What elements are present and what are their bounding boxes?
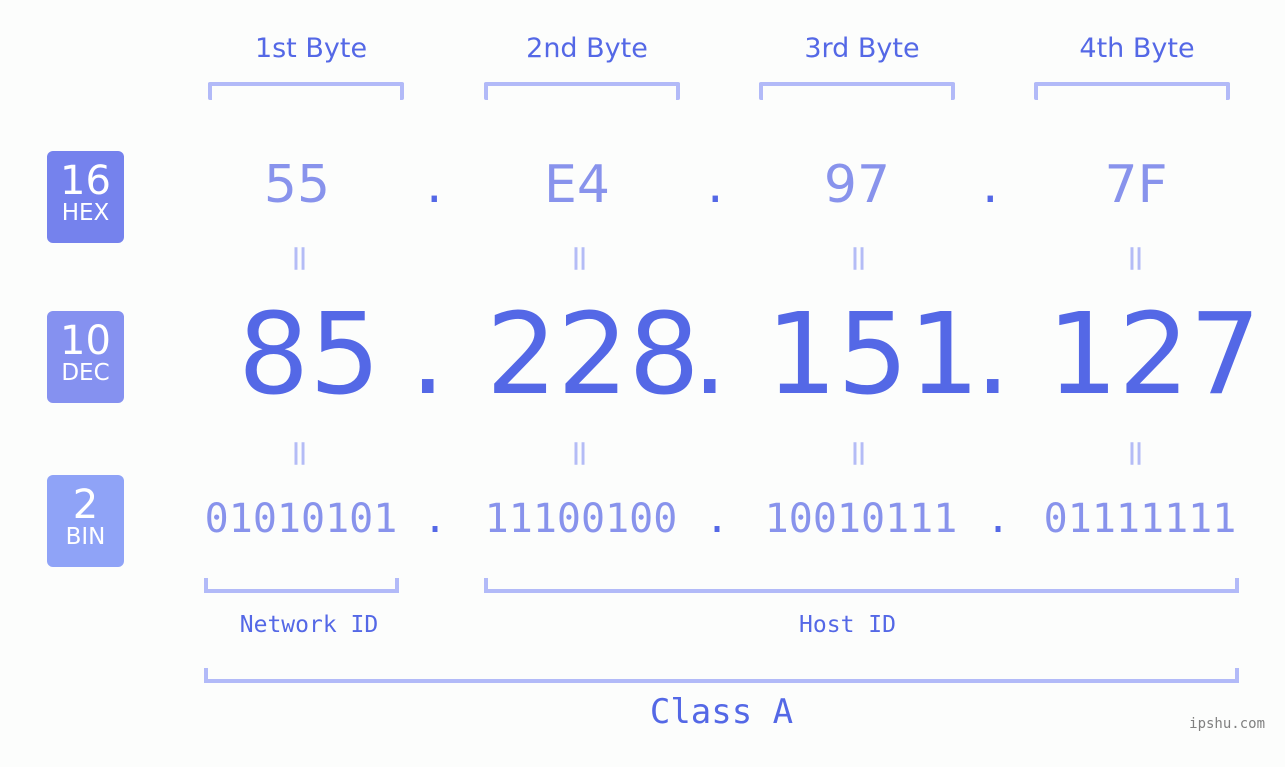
class-label: Class A	[649, 692, 794, 732]
bin-badge-label: BIN	[65, 524, 106, 550]
network-id-bracket	[204, 578, 399, 593]
byte-header-1: 1st Byte	[254, 33, 368, 64]
hex-badge-label: HEX	[61, 200, 110, 226]
watermark: ipshu.com	[1189, 716, 1265, 732]
byte-header-4: 4th Byte	[1079, 33, 1195, 64]
bin-byte-3: 10010111	[764, 496, 958, 542]
byte-header-2: 2nd Byte	[526, 33, 648, 64]
hex-byte-3: 97	[823, 155, 891, 215]
equals-dec-bin-2: =	[559, 438, 601, 469]
host-id-bracket	[484, 578, 1239, 593]
byte-bracket-1	[208, 82, 404, 100]
hex-badge: 16 HEX	[47, 151, 124, 243]
hex-dot-2: .	[707, 155, 724, 215]
dec-dot-2: .	[692, 290, 728, 420]
byte-bracket-2	[484, 82, 680, 100]
dec-badge-label: DEC	[61, 360, 110, 386]
network-id-label: Network ID	[239, 612, 379, 638]
bin-badge-number: 2	[72, 482, 99, 528]
bin-dot-1: .	[423, 496, 448, 542]
class-bracket	[204, 668, 1239, 683]
hex-byte-2: E4	[544, 155, 610, 215]
equals-dec-bin-4: =	[1115, 438, 1157, 469]
hex-dot-3: .	[982, 155, 999, 215]
equals-dec-bin-1: =	[279, 438, 321, 469]
equals-hex-dec-1: =	[279, 243, 321, 274]
byte-bracket-4	[1034, 82, 1230, 100]
hex-dot-1: .	[426, 155, 443, 215]
byte-header-3: 3rd Byte	[804, 33, 920, 64]
bin-byte-2: 11100100	[484, 496, 678, 542]
hex-byte-1: 55	[263, 155, 331, 215]
hex-badge-number: 16	[60, 158, 111, 204]
dec-dot-3: .	[975, 290, 1011, 420]
bin-byte-1: 01010101	[204, 496, 398, 542]
equals-dec-bin-3: =	[838, 438, 880, 469]
dec-badge-number: 10	[60, 318, 111, 364]
dec-byte-2: 228	[486, 290, 700, 420]
dec-badge: 10 DEC	[47, 311, 124, 403]
byte-bracket-3	[759, 82, 955, 100]
equals-hex-dec-3: =	[838, 243, 880, 274]
dec-byte-3: 151	[766, 290, 980, 420]
bin-dot-3: .	[986, 496, 1011, 542]
host-id-label: Host ID	[799, 612, 896, 638]
equals-hex-dec-2: =	[559, 243, 601, 274]
equals-hex-dec-4: =	[1115, 243, 1157, 274]
dec-byte-4: 127	[1047, 290, 1261, 420]
bin-dot-2: .	[705, 496, 730, 542]
dec-byte-1: 85	[238, 290, 381, 420]
bin-badge: 2 BIN	[47, 475, 124, 567]
bin-byte-4: 01111111	[1043, 496, 1237, 542]
dec-dot-1: .	[410, 290, 446, 420]
hex-byte-4: 7F	[1104, 155, 1168, 215]
